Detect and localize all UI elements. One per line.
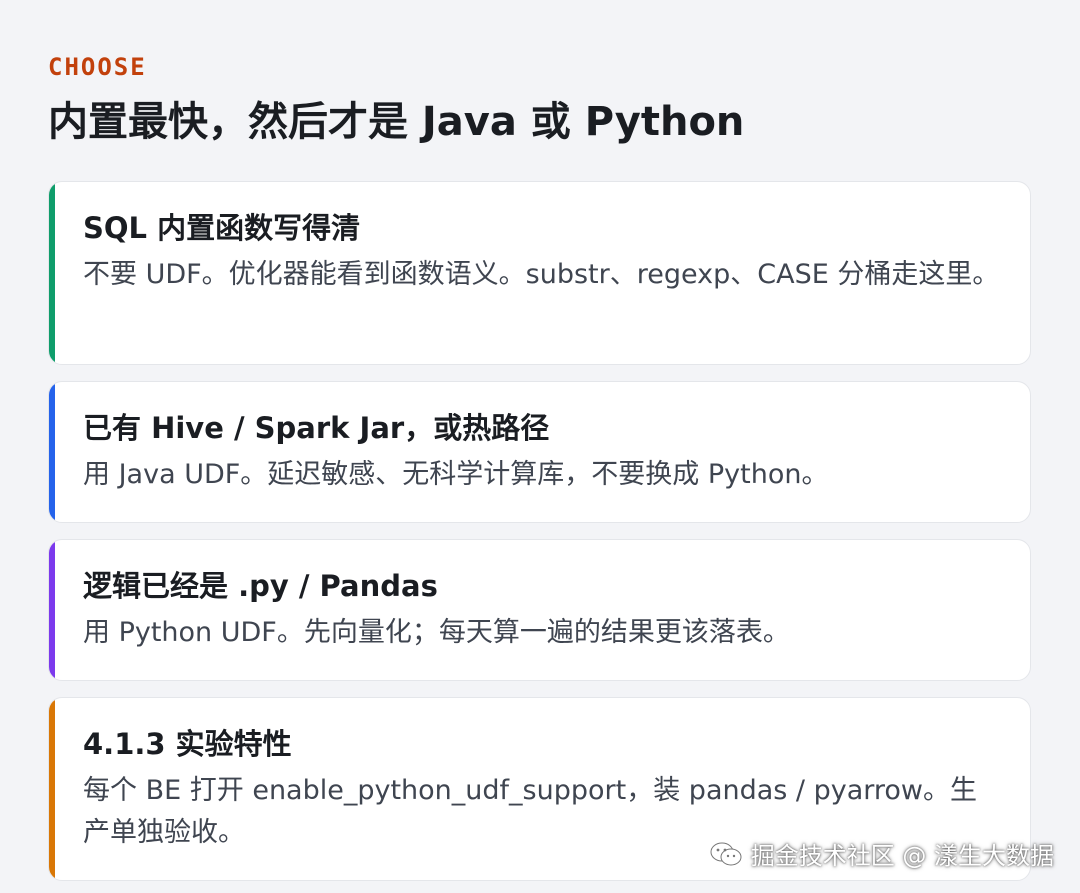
card-list: SQL 内置函数写得清 不要 UDF。优化器能看到函数语义。substr、reg… — [48, 181, 1031, 881]
wechat-icon — [710, 842, 742, 865]
page-title: 内置最快，然后才是 Java 或 Python — [48, 99, 745, 145]
page: CHOOSE 内置最快，然后才是 Java 或 Python SQL 内置函数写… — [0, 0, 1080, 893]
card-title: 已有 Hive / Spark Jar，或热路径 — [83, 411, 550, 445]
section-eyebrow: CHOOSE — [48, 53, 147, 81]
card-title: 逻辑已经是 .py / Pandas — [83, 569, 438, 603]
card-sql-builtin: SQL 内置函数写得清 不要 UDF。优化器能看到函数语义。substr、reg… — [48, 181, 1031, 365]
watermark: 掘金技术社区 @ 漾生大数据 — [709, 836, 1054, 871]
card-python-udf: 逻辑已经是 .py / Pandas 用 Python UDF。先向量化；每天算… — [48, 539, 1031, 681]
card-body: 不要 UDF。优化器能看到函数语义。substr、regexp、CASE 分桶走… — [83, 259, 1000, 290]
card-title: SQL 内置函数写得清 — [83, 211, 361, 245]
card-java-udf: 已有 Hive / Spark Jar，或热路径 用 Java UDF。延迟敏感… — [48, 381, 1031, 523]
card-title: 4.1.3 实验特性 — [83, 727, 292, 761]
card-body: 用 Python UDF。先向量化；每天算一遍的结果更该落表。 — [83, 617, 790, 648]
watermark-text: 掘金技术社区 @ 漾生大数据 — [750, 842, 1054, 870]
card-body: 用 Java UDF。延迟敏感、无科学计算库，不要换成 Python。 — [83, 459, 829, 490]
